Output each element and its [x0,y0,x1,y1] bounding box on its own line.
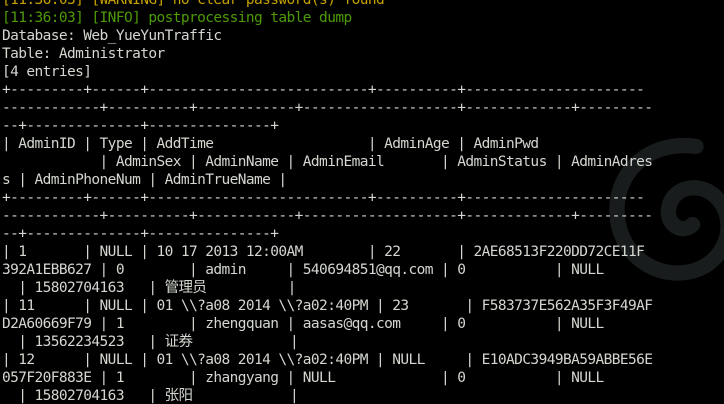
terminal-line: ------------+----------+------------+---… [2,208,653,224]
terminal-line: | 11 | NULL | 01 \\?a08 2014 \\?a02:40PM… [2,298,653,314]
terminal-line: ------------+----------+------------+---… [2,100,653,116]
terminal-line: D2A60669F79 | 1 | zhengquan | aasas@qq.c… [2,316,604,332]
terminal-line: Table: Administrator [2,46,165,62]
terminal-line: | 13562234523 | 证券 | [2,334,299,350]
warning-log-line: [11:36:03] [WARNING] no clear password(s… [2,0,385,8]
terminal-line: --+--------------+---------------+ [2,226,279,242]
terminal-line: 392A1EBB627 | 0 | admin | 540694851@qq.c… [2,262,604,278]
terminal-line: Database: Web_YueYunTraffic [2,28,222,44]
terminal-line: s | AdminPhoneNum | AdminTrueName | [2,172,287,188]
terminal-window[interactable]: [11:36:03] [WARNING] no clear password(s… [0,0,724,404]
terminal-line: | 15802704163 | 管理员 | [2,280,296,296]
terminal-line: --+--------------+---------------+ [2,118,279,134]
terminal-line: | AdminSex | AdminName | AdminEmail | Ad… [2,154,653,170]
terminal-line: | 12 | NULL | 01 \\?a08 2014 \\?a02:40PM… [2,352,653,368]
info-log-line: [11:36:03] [INFO] postprocessing table d… [2,10,352,26]
terminal-line: | 15802704163 | 张阳 | [2,388,299,404]
terminal-output: [11:36:03] [WARNING] no clear password(s… [0,0,724,404]
terminal-line: | AdminID | Type | AddTime | AdminAge | … [2,136,539,152]
terminal-line: +---------+------+----------------------… [2,190,645,206]
terminal-line: [4 entries] [2,64,92,80]
terminal-line: | 1 | NULL | 10 17 2013 12:00AM | 22 | 2… [2,244,645,260]
terminal-line: +---------+------+----------------------… [2,82,645,98]
terminal-line: 057F20F883E | 1 | zhangyang | NULL | 0 |… [2,370,604,386]
